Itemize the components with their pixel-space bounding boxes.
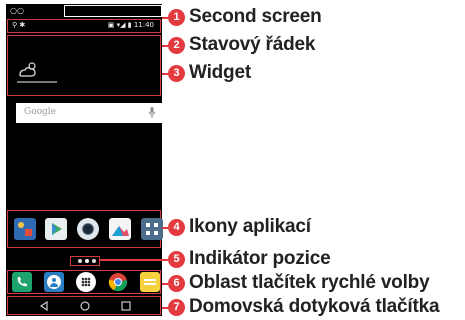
callout-label-6: Oblast tlačítek rychlé volby (189, 272, 430, 293)
callout-label-7: Domovská dotyková tlačítka (189, 296, 440, 317)
phone-icon[interactable] (12, 272, 32, 292)
callout-number-6: 6 (168, 275, 185, 292)
photos-icon[interactable] (109, 218, 131, 240)
chrome-icon[interactable] (108, 272, 128, 292)
recent-apps-icon[interactable] (120, 300, 132, 312)
camera-icon[interactable] (77, 218, 99, 240)
callout-number-3: 3 (168, 65, 185, 82)
callout-number-7: 7 (168, 299, 185, 316)
google-search-bar[interactable]: Google (16, 103, 162, 123)
contacts-icon[interactable] (44, 272, 64, 292)
play-store-icon[interactable] (45, 218, 67, 240)
callout-line-5 (100, 259, 168, 261)
callout-label-5: Indikátor pozice (189, 248, 331, 269)
callout-label-3: Widget (189, 62, 251, 83)
phone-screen: ○○ ⚲ ✱ ▣ ▾◢ ▮ 11:40 Google (6, 4, 163, 316)
callout-label-2: Stavový řádek (189, 34, 316, 55)
search-placeholder: Google (24, 107, 56, 117)
back-icon[interactable] (38, 300, 50, 312)
callout-number-5: 5 (168, 251, 185, 268)
page-dot-1[interactable] (78, 259, 82, 263)
callout-label-4: Ikony aplikací (189, 216, 311, 237)
messaging-icon[interactable] (140, 272, 160, 292)
callout-label-1: Second screen (189, 6, 322, 27)
second-screen-frame (64, 5, 162, 17)
home-icon[interactable] (79, 300, 91, 312)
mic-icon[interactable] (148, 106, 156, 119)
apps-drawer-icon[interactable] (76, 272, 96, 292)
page-dot-3[interactable] (92, 259, 96, 263)
callout-number-4: 4 (168, 219, 185, 236)
status-bar-frame (7, 19, 161, 33)
second-screen-dots: ○○ (10, 6, 24, 15)
weather-caption (17, 81, 57, 83)
callout-number-1: 1 (168, 9, 185, 26)
gallery-icon[interactable] (14, 218, 36, 240)
weather-cloud-icon[interactable] (17, 61, 39, 79)
apps-folder-icon[interactable] (141, 218, 163, 240)
page-dot-2[interactable] (85, 259, 89, 263)
callout-number-2: 2 (168, 37, 185, 54)
